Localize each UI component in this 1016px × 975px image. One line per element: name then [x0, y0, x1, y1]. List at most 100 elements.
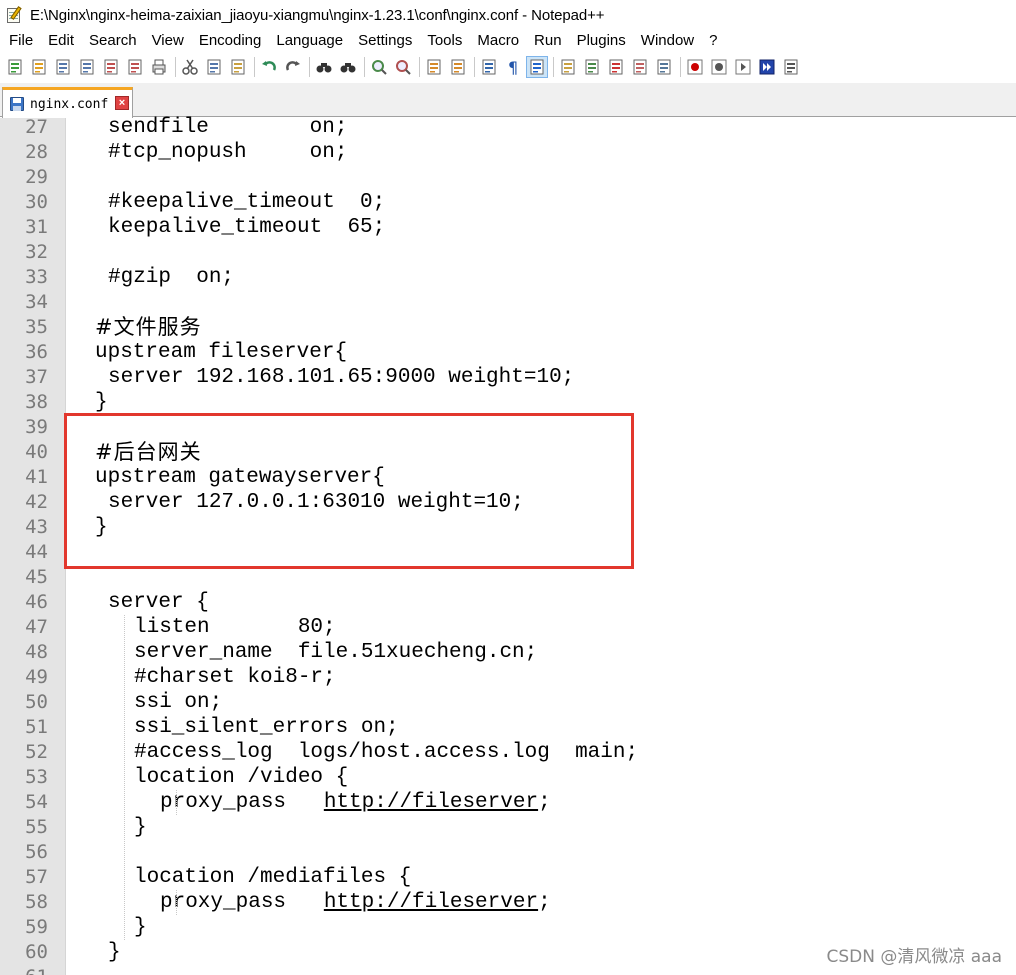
new-file-icon[interactable] — [5, 57, 25, 77]
open-file-icon[interactable] — [29, 57, 49, 77]
notepad-plus-plus-app-icon[interactable] — [6, 6, 24, 24]
editor-area[interactable]: 27 28 29 30 31 32 33 34 35 36 37 38 39 40 41 42 43 44 45 46… — [0, 115, 1016, 975]
code-token: location /video { — [134, 766, 349, 789]
code-line[interactable] — [0, 415, 1016, 440]
menu-settings[interactable]: Settings — [350, 30, 419, 52]
document-map-icon[interactable] — [582, 57, 602, 77]
show-all-characters-icon[interactable]: ¶ — [503, 57, 523, 77]
code-text: ssi on; — [134, 690, 222, 715]
redo-icon[interactable] — [283, 57, 303, 77]
menu-tools[interactable]: Tools — [419, 30, 469, 52]
code-line[interactable]: server { — [0, 590, 1016, 615]
print-icon[interactable] — [149, 57, 169, 77]
menu-macro[interactable]: Macro — [469, 30, 526, 52]
code-line[interactable]: sendfile on; — [0, 115, 1016, 140]
code-line[interactable]: } — [0, 915, 1016, 940]
indent-guide-icon[interactable] — [526, 56, 548, 78]
menu-run[interactable]: Run — [526, 30, 569, 52]
code-line[interactable]: #charset koi8-r; — [0, 665, 1016, 690]
toolbar-separator — [680, 57, 681, 77]
code-token: keepalive_timeout 65; — [108, 216, 386, 239]
menu-plugins[interactable]: Plugins — [569, 30, 633, 52]
code-line[interactable]: proxy_pass http://fileserver; — [0, 890, 1016, 915]
replace-icon[interactable] — [338, 57, 358, 77]
code-line[interactable]: } — [0, 515, 1016, 540]
code-line[interactable] — [0, 240, 1016, 265]
code-text: } — [134, 815, 147, 840]
code-line[interactable]: } — [0, 390, 1016, 415]
find-icon[interactable] — [314, 57, 334, 77]
code-line[interactable]: #access_log logs/host.access.log main; — [0, 740, 1016, 765]
function-list-icon[interactable] — [606, 57, 626, 77]
save-icon[interactable] — [53, 57, 73, 77]
code-line[interactable] — [0, 565, 1016, 590]
menu-file[interactable]: File — [0, 30, 40, 52]
close-icon[interactable] — [101, 57, 121, 77]
code-line[interactable]: #后台网关 — [0, 440, 1016, 465]
code-text: } — [95, 390, 108, 415]
code-line[interactable]: ssi on; — [0, 690, 1016, 715]
paste-icon[interactable] — [228, 57, 248, 77]
code-line[interactable]: server 192.168.101.65:9000 weight=10; — [0, 365, 1016, 390]
user-language-icon[interactable] — [558, 57, 578, 77]
zoom-in-icon[interactable] — [369, 57, 389, 77]
menu-edit[interactable]: Edit — [40, 30, 81, 52]
code-token: server 192.168.101.65:9000 weight=10; — [108, 366, 575, 389]
code-line[interactable]: upstream fileserver{ — [0, 340, 1016, 365]
tab-close-icon[interactable]: × — [115, 96, 129, 110]
code-token: server_name file.51xuecheng.cn; — [134, 641, 538, 664]
sync-horizontal-icon[interactable] — [448, 57, 468, 77]
undo-icon[interactable] — [259, 57, 279, 77]
tab-nginx-conf[interactable]: nginx.conf × — [2, 87, 133, 118]
code-token: #access_log logs/host.access.log main; — [134, 741, 639, 764]
menu-window[interactable]: Window — [633, 30, 701, 52]
code-token: } — [108, 941, 121, 964]
menu-help[interactable]: ? — [701, 30, 724, 52]
word-wrap-icon[interactable] — [479, 57, 499, 77]
code-line[interactable]: proxy_pass http://fileserver; — [0, 790, 1016, 815]
code-line[interactable]: keepalive_timeout 65; — [0, 215, 1016, 240]
code-line[interactable]: listen 80; — [0, 615, 1016, 640]
toolbar: ¶ — [0, 53, 1016, 81]
code-line[interactable]: #keepalive_timeout 0; — [0, 190, 1016, 215]
code-line[interactable]: server 127.0.0.1:63010 weight=10; — [0, 490, 1016, 515]
url-link[interactable]: http://fileserver — [324, 791, 538, 814]
code-line[interactable]: location /video { — [0, 765, 1016, 790]
code-line[interactable]: #tcp_nopush on; — [0, 140, 1016, 165]
code-line[interactable]: upstream gatewayserver{ — [0, 465, 1016, 490]
run-macro-multiple-icon[interactable] — [757, 57, 777, 77]
code-line[interactable]: server_name file.51xuecheng.cn; — [0, 640, 1016, 665]
folder-workspace-icon[interactable] — [630, 57, 650, 77]
code-token: ssi_silent_errors on; — [134, 716, 399, 739]
save-macro-icon[interactable] — [781, 57, 801, 77]
code-line[interactable]: #文件服务 — [0, 315, 1016, 340]
code-text: upstream fileserver{ — [95, 340, 347, 365]
code-line[interactable]: location /mediafiles { — [0, 865, 1016, 890]
code-line[interactable] — [0, 165, 1016, 190]
code-line[interactable]: ssi_silent_errors on; — [0, 715, 1016, 740]
save-all-icon[interactable] — [77, 57, 97, 77]
code-text: #access_log logs/host.access.log main; — [134, 740, 638, 765]
play-macro-icon[interactable] — [733, 57, 753, 77]
tab-bar: nginx.conf × — [0, 83, 1016, 118]
code-line[interactable] — [0, 290, 1016, 315]
copy-icon[interactable] — [204, 57, 224, 77]
toolbar-separator — [364, 57, 365, 77]
zoom-out-icon[interactable] — [393, 57, 413, 77]
cut-icon[interactable] — [180, 57, 200, 77]
menu-view[interactable]: View — [144, 30, 191, 52]
menu-encoding[interactable]: Encoding — [191, 30, 269, 52]
code-line[interactable] — [0, 840, 1016, 865]
record-macro-icon[interactable] — [685, 57, 705, 77]
menu-search[interactable]: Search — [81, 30, 144, 52]
code-token: #后台网关 — [95, 440, 202, 464]
sync-vertical-icon[interactable] — [424, 57, 444, 77]
code-line[interactable] — [0, 540, 1016, 565]
code-line[interactable]: } — [0, 815, 1016, 840]
menu-language[interactable]: Language — [268, 30, 350, 52]
close-all-icon[interactable] — [125, 57, 145, 77]
monitoring-icon[interactable] — [654, 57, 674, 77]
code-line[interactable]: #gzip on; — [0, 265, 1016, 290]
stop-record-icon[interactable] — [709, 57, 729, 77]
url-link[interactable]: http://fileserver — [324, 891, 538, 914]
